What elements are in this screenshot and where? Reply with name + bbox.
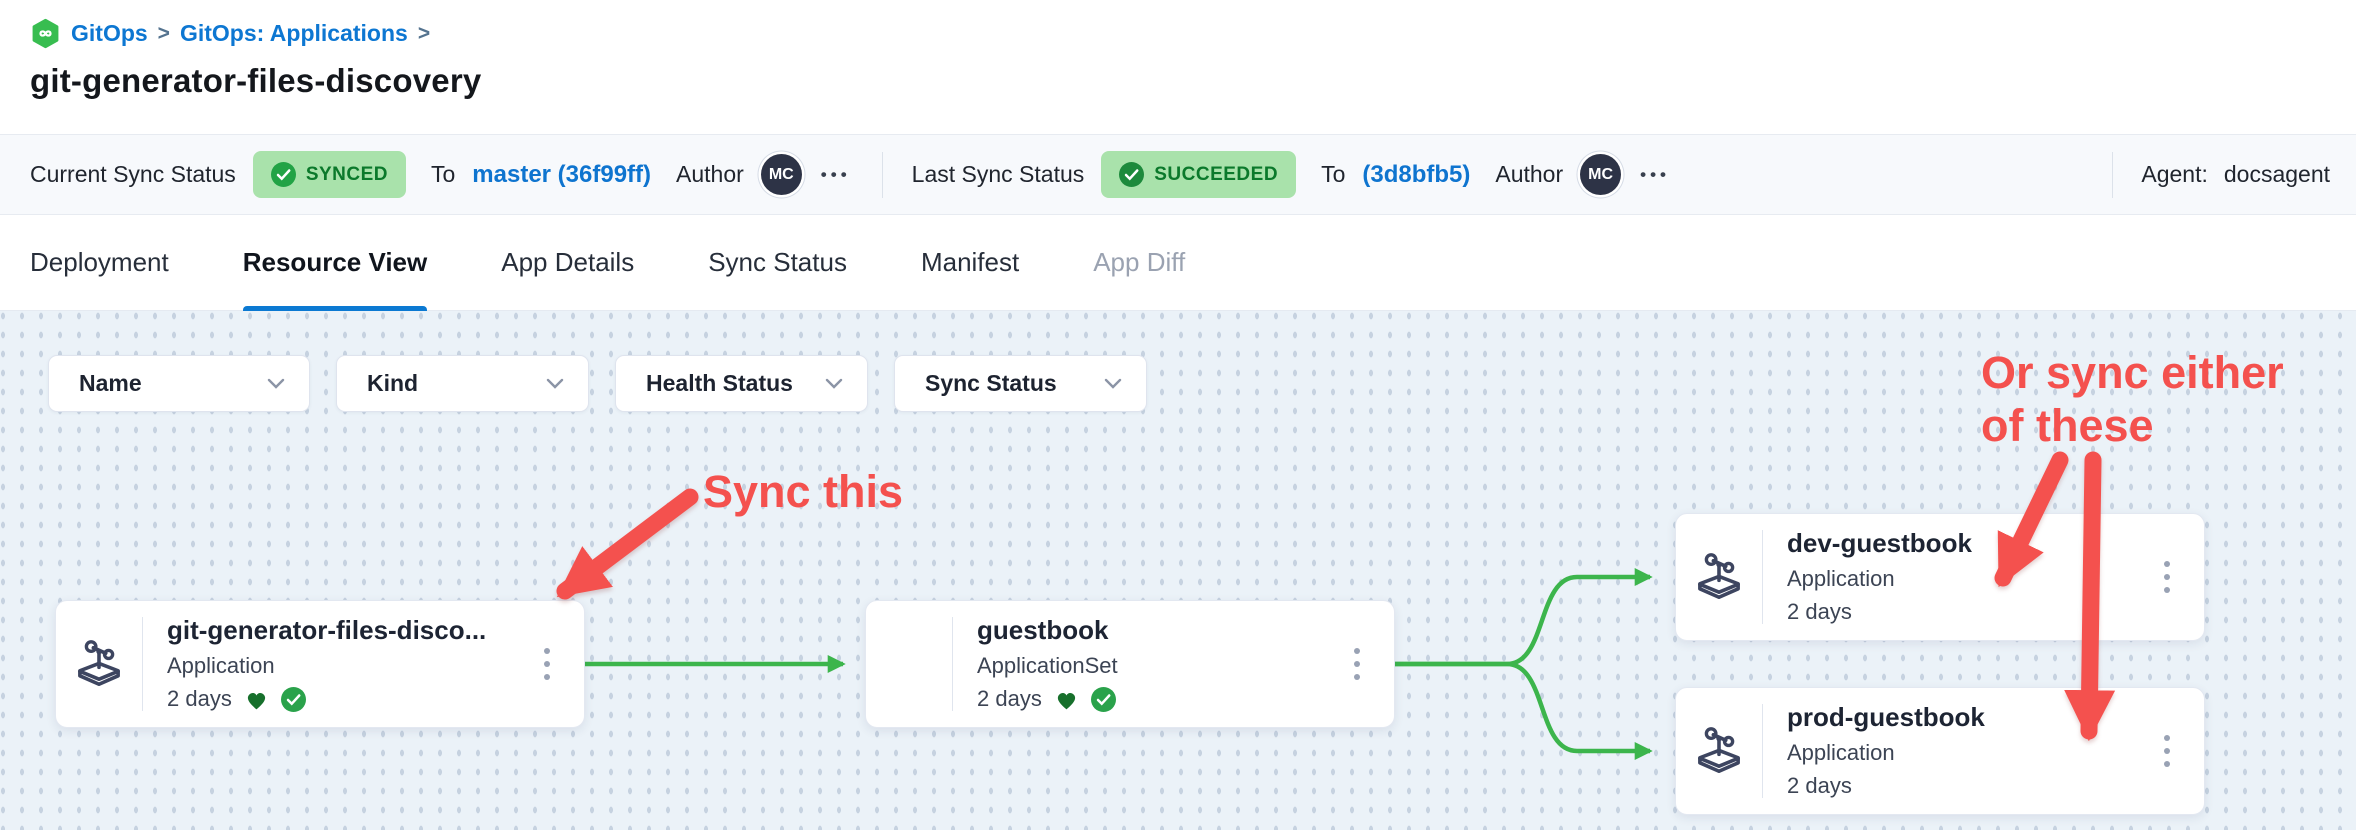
filter-kind-dropdown[interactable]: Kind	[336, 355, 589, 412]
breadcrumb-separator: >	[158, 21, 170, 46]
current-sync-status-label: Current Sync Status	[30, 161, 236, 188]
sync-check-circle-icon	[1091, 687, 1116, 712]
breadcrumb-link-applications[interactable]: GitOps: Applications	[180, 20, 408, 47]
filter-sync-status-dropdown[interactable]: Sync Status	[894, 355, 1147, 412]
node-kind: Application	[1787, 740, 2144, 766]
current-sync-revision-link[interactable]: master (36f99ff)	[472, 161, 651, 189]
node-kind: ApplicationSet	[977, 653, 1334, 679]
filter-health-status-dropdown[interactable]: Health Status	[615, 355, 868, 412]
health-heart-icon	[1053, 687, 1080, 712]
breadcrumb-separator: >	[418, 21, 430, 46]
page-header: GitOps > GitOps: Applications > git-gene…	[0, 0, 2356, 134]
check-circle-icon	[271, 162, 296, 187]
annotation-line-2: of these	[1981, 400, 2284, 453]
chevron-down-icon	[825, 378, 843, 389]
current-sync-more-menu-button[interactable]: •••	[819, 159, 853, 191]
annotation-or-sync-either: Or sync either of these	[1981, 347, 2284, 452]
graph-node-prod-guestbook[interactable]: prod-guestbook Application 2 days	[1675, 687, 2205, 815]
last-sync-more-menu-button[interactable]: •••	[1638, 159, 1672, 191]
node-title: git-generator-files-disco...	[167, 615, 524, 646]
gitops-logo-icon	[30, 18, 61, 49]
statusbar-divider	[2112, 152, 2113, 198]
annotation-arrow-sync-this	[565, 497, 690, 591]
agent-label: Agent:	[2141, 161, 2208, 188]
statusbar-divider	[882, 152, 883, 198]
breadcrumb: GitOps > GitOps: Applications >	[30, 18, 2356, 49]
breadcrumb-link-gitops[interactable]: GitOps	[71, 20, 148, 47]
check-circle-icon	[1119, 162, 1144, 187]
argo-application-icon	[1676, 688, 1762, 814]
node-age: 2 days	[1787, 599, 1852, 625]
node-title: guestbook	[977, 615, 1334, 646]
last-author-label: Author	[1495, 161, 1563, 188]
tab-deployment[interactable]: Deployment	[30, 215, 169, 310]
gitops-app-page: GitOps > GitOps: Applications > git-gene…	[0, 0, 2356, 830]
filter-label: Health Status	[646, 370, 793, 397]
graph-node-git-generator-files-discovery[interactable]: git-generator-files-disco... Application…	[55, 600, 585, 728]
node-age: 2 days	[1787, 773, 1852, 799]
last-sync-status-badge: SUCCEEDED	[1101, 151, 1296, 198]
filter-label: Name	[79, 370, 142, 397]
node-kind: Application	[1787, 566, 2144, 592]
chevron-down-icon	[1104, 378, 1122, 389]
filter-label: Sync Status	[925, 370, 1057, 397]
chevron-down-icon	[267, 378, 285, 389]
annotation-line-1: Or sync either	[1981, 347, 2284, 400]
node-body: prod-guestbook Application 2 days	[1763, 688, 2204, 814]
tab-app-details[interactable]: App Details	[501, 215, 634, 310]
last-sync-status-value: SUCCEEDED	[1154, 164, 1278, 186]
node-menu-button[interactable]	[2158, 729, 2176, 773]
node-title: dev-guestbook	[1787, 528, 2144, 559]
node-body: git-generator-files-disco... Application…	[143, 601, 584, 727]
current-author-label: Author	[676, 161, 744, 188]
filter-name-dropdown[interactable]: Name	[48, 355, 310, 412]
agent-value: docsagent	[2224, 161, 2330, 188]
tab-manifest[interactable]: Manifest	[921, 215, 1019, 310]
resource-graph-canvas: Name Kind Health Status Sync Status	[0, 311, 2356, 830]
node-body: guestbook ApplicationSet 2 days	[953, 601, 1394, 727]
current-sync-status-value: SYNCED	[306, 164, 388, 186]
last-sync-status-label: Last Sync Status	[912, 161, 1085, 188]
node-menu-button[interactable]	[1348, 642, 1366, 686]
chevron-down-icon	[546, 378, 564, 389]
current-to-label: To	[431, 161, 455, 188]
node-kind: Application	[167, 653, 524, 679]
application-icon-placeholder	[866, 601, 952, 727]
node-menu-button[interactable]	[2158, 555, 2176, 599]
node-title: prod-guestbook	[1787, 702, 2144, 733]
page-title: git-generator-files-discovery	[30, 62, 2356, 100]
node-age: 2 days	[167, 686, 232, 712]
app-tabs: Deployment Resource View App Details Syn…	[0, 215, 2356, 311]
node-age: 2 days	[977, 686, 1042, 712]
node-body: dev-guestbook Application 2 days	[1763, 514, 2204, 640]
annotation-sync-this: Sync this	[703, 466, 903, 519]
last-author-avatar: MC	[1580, 154, 1621, 195]
current-author-avatar: MC	[761, 154, 802, 195]
tab-sync-status[interactable]: Sync Status	[708, 215, 847, 310]
tab-app-diff[interactable]: App Diff	[1093, 215, 1185, 310]
graph-node-dev-guestbook[interactable]: dev-guestbook Application 2 days	[1675, 513, 2205, 641]
tab-resource-view[interactable]: Resource View	[243, 215, 428, 310]
filter-label: Kind	[367, 370, 418, 397]
current-sync-status-badge: SYNCED	[253, 151, 406, 198]
sync-status-bar: Current Sync Status SYNCED To master (36…	[0, 134, 2356, 215]
argo-application-icon	[56, 601, 142, 727]
sync-check-circle-icon	[281, 687, 306, 712]
last-to-label: To	[1321, 161, 1345, 188]
agent-info: Agent: docsagent	[2100, 152, 2330, 198]
graph-node-guestbook[interactable]: guestbook ApplicationSet 2 days	[865, 600, 1395, 728]
health-heart-icon	[243, 687, 270, 712]
last-sync-revision-link[interactable]: (3d8bfb5)	[1362, 161, 1470, 189]
graph-filters: Name Kind Health Status Sync Status	[48, 355, 1147, 412]
argo-application-icon	[1676, 514, 1762, 640]
node-menu-button[interactable]	[538, 642, 556, 686]
